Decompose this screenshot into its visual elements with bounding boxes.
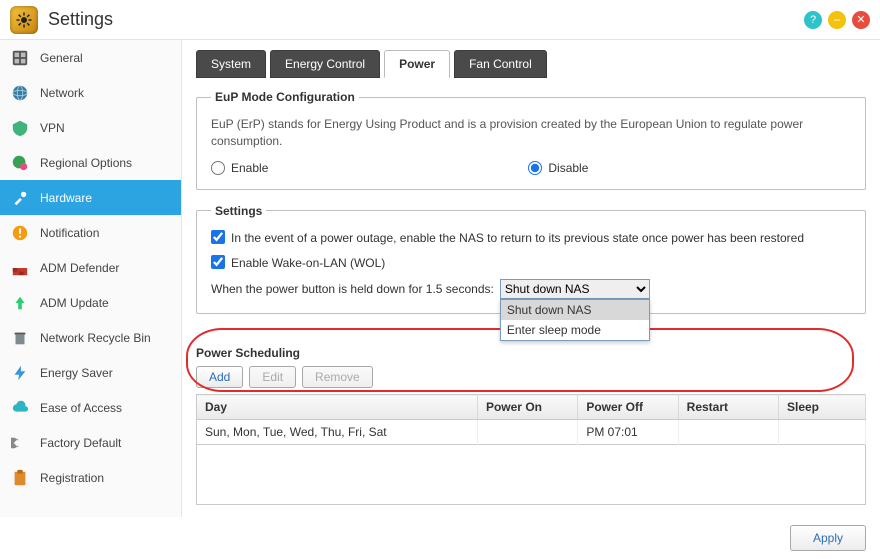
sidebar-item-vpn[interactable]: VPN (0, 110, 181, 145)
eup-fieldset: EuP Mode Configuration EuP (ErP) stands … (196, 90, 866, 190)
footer: Apply (0, 517, 880, 559)
col-day: Day (197, 395, 478, 420)
sidebar-item-energy[interactable]: Energy Saver (0, 355, 181, 390)
cell-poweron (477, 420, 577, 445)
sidebar-item-label: VPN (40, 121, 65, 135)
dropdown-option-shutdown[interactable]: Shut down NAS (501, 300, 649, 320)
sidebar-item-label: Ease of Access (40, 401, 122, 415)
sidebar-item-general[interactable]: General (0, 40, 181, 75)
sidebar-item-update[interactable]: ADM Update (0, 285, 181, 320)
power-button-row: When the power button is held down for 1… (211, 279, 851, 299)
alert-icon (10, 223, 30, 243)
vpn-icon (10, 118, 30, 138)
upload-arrow-icon (10, 293, 30, 313)
dropdown-option-sleep[interactable]: Enter sleep mode (501, 320, 649, 340)
power-scheduling-heading: Power Scheduling (196, 346, 866, 360)
sidebar-item-label: General (40, 51, 83, 65)
sidebar-item-regional[interactable]: Regional Options (0, 145, 181, 180)
sidebar-item-label: Registration (40, 471, 104, 485)
sidebar-item-factorydefault[interactable]: Factory Default (0, 425, 181, 460)
sidebar-item-label: Notification (40, 226, 99, 240)
wol-checkbox-row[interactable]: Enable Wake-on-LAN (WOL) (211, 255, 851, 272)
sidebar-item-hardware[interactable]: Hardware (0, 180, 181, 215)
apply-button[interactable]: Apply (790, 525, 866, 551)
globe-pin-icon (10, 153, 30, 173)
col-poweroff: Power Off (578, 395, 678, 420)
dashboard-icon (10, 48, 30, 68)
titlebar: Settings ? – ✕ (0, 0, 880, 40)
help-button[interactable]: ? (804, 11, 822, 29)
eup-disable-label: Disable (548, 161, 588, 175)
tab-power[interactable]: Power (384, 50, 450, 78)
tabs: System Energy Control Power Fan Control (196, 50, 866, 78)
sidebar-item-label: ADM Update (40, 296, 109, 310)
eup-enable-radio[interactable]: Enable (211, 161, 268, 175)
restore-power-checkbox-row[interactable]: In the event of a power outage, enable t… (211, 230, 851, 247)
tab-energy-control[interactable]: Energy Control (270, 50, 380, 78)
sidebar-item-label: Factory Default (40, 436, 121, 450)
eup-disable-input[interactable] (528, 161, 542, 175)
sidebar-item-defender[interactable]: ADM Defender (0, 250, 181, 285)
sidebar: General Network VPN Regional Options Har… (0, 40, 182, 517)
power-button-label: When the power button is held down for 1… (211, 282, 494, 296)
undo-icon (10, 433, 30, 453)
wol-checkbox[interactable] (211, 255, 225, 269)
sidebar-item-label: Energy Saver (40, 366, 113, 380)
settings-window: Settings ? – ✕ General Network VPN Regio… (0, 0, 880, 559)
sidebar-item-label: Network (40, 86, 84, 100)
sidebar-item-notification[interactable]: Notification (0, 215, 181, 250)
close-button[interactable]: ✕ (852, 11, 870, 29)
schedule-button-bar: Add Edit Remove (196, 366, 866, 388)
settings-fieldset: Settings In the event of a power outage,… (196, 204, 866, 315)
eup-disable-radio[interactable]: Disable (528, 161, 588, 175)
schedule-table: Day Power On Power Off Restart Sleep Sun… (196, 394, 866, 445)
table-row[interactable]: Sun, Mon, Tue, Wed, Thu, Fri, Sat PM 07:… (197, 420, 866, 445)
eup-enable-input[interactable] (211, 161, 225, 175)
restore-power-label: In the event of a power outage, enable t… (231, 230, 851, 247)
gear-icon (15, 11, 33, 29)
sidebar-item-easeaccess[interactable]: Ease of Access (0, 390, 181, 425)
cell-day: Sun, Mon, Tue, Wed, Thu, Fri, Sat (197, 420, 478, 445)
restore-power-checkbox[interactable] (211, 230, 225, 244)
tools-icon (10, 188, 30, 208)
main-panel: System Energy Control Power Fan Control … (182, 40, 880, 517)
sidebar-item-registration[interactable]: Registration (0, 460, 181, 495)
sidebar-item-recyclebin[interactable]: Network Recycle Bin (0, 320, 181, 355)
col-poweron: Power On (477, 395, 577, 420)
sidebar-item-label: Network Recycle Bin (40, 331, 151, 345)
firewall-icon (10, 258, 30, 278)
add-button[interactable]: Add (196, 366, 243, 388)
sidebar-item-label: Hardware (40, 191, 92, 205)
power-button-dropdown: Shut down NAS Enter sleep mode (500, 299, 650, 341)
window-title: Settings (48, 9, 113, 30)
globe-icon (10, 83, 30, 103)
col-sleep: Sleep (779, 395, 866, 420)
table-header-row: Day Power On Power Off Restart Sleep (197, 395, 866, 420)
schedule-scroll-area[interactable] (196, 445, 866, 505)
power-button-select[interactable]: Shut down NAS (500, 279, 650, 299)
col-restart: Restart (678, 395, 778, 420)
settings-legend: Settings (211, 204, 266, 218)
minimize-button[interactable]: – (828, 11, 846, 29)
edit-button[interactable]: Edit (249, 366, 296, 388)
wol-label: Enable Wake-on-LAN (WOL) (231, 255, 851, 272)
bolt-icon (10, 363, 30, 383)
eup-description: EuP (ErP) stands for Energy Using Produc… (211, 116, 851, 151)
trash-icon (10, 328, 30, 348)
eup-enable-label: Enable (231, 161, 268, 175)
tab-system[interactable]: System (196, 50, 266, 78)
cloud-icon (10, 398, 30, 418)
cell-poweroff: PM 07:01 (578, 420, 678, 445)
eup-legend: EuP Mode Configuration (211, 90, 359, 104)
cell-sleep (779, 420, 866, 445)
app-icon (10, 6, 38, 34)
tab-fan-control[interactable]: Fan Control (454, 50, 547, 78)
clipboard-icon (10, 468, 30, 488)
sidebar-item-label: ADM Defender (40, 261, 119, 275)
sidebar-item-network[interactable]: Network (0, 75, 181, 110)
remove-button[interactable]: Remove (302, 366, 373, 388)
sidebar-item-label: Regional Options (40, 156, 132, 170)
cell-restart (678, 420, 778, 445)
